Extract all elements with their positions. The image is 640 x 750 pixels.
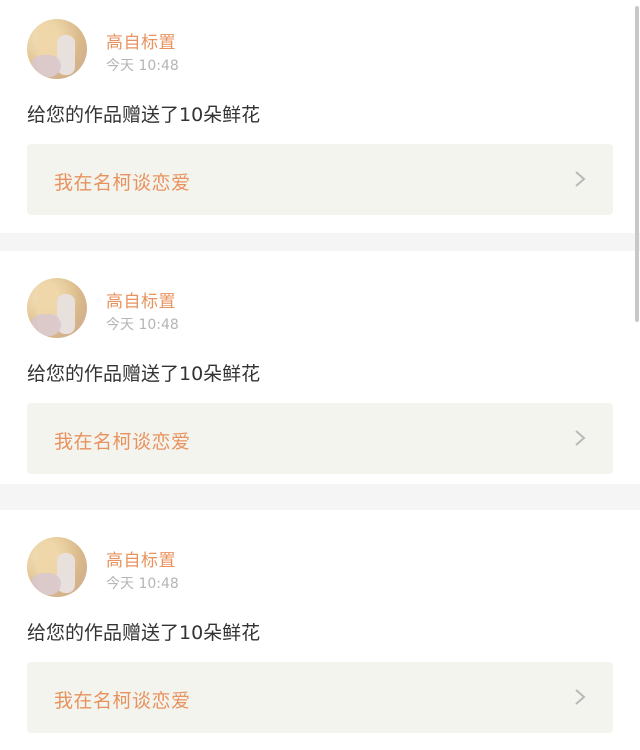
username[interactable]: 高自标置 xyxy=(106,28,176,53)
work-title: 我在名柯谈恋爱 xyxy=(54,172,191,194)
timestamp: 今天 10:48 xyxy=(106,58,179,74)
scrollbar-thumb[interactable] xyxy=(635,6,639,322)
chevron-right-icon xyxy=(575,689,586,705)
work-link[interactable]: 我在名柯谈恋爱 xyxy=(27,662,613,733)
work-title: 我在名柯谈恋爱 xyxy=(54,690,191,712)
notification-card: 高自标置 今天 10:48 给您的作品赠送了10朵鲜花 我在名柯谈恋爱 xyxy=(0,510,640,750)
notification-message: 给您的作品赠送了10朵鲜花 xyxy=(27,104,261,126)
timestamp: 今天 10:48 xyxy=(106,317,179,333)
scrollbar[interactable] xyxy=(634,0,640,750)
avatar[interactable] xyxy=(27,537,87,597)
chevron-right-icon xyxy=(575,430,586,446)
timestamp: 今天 10:48 xyxy=(106,576,179,592)
avatar[interactable] xyxy=(27,278,87,338)
notification-message: 给您的作品赠送了10朵鲜花 xyxy=(27,363,261,385)
username[interactable]: 高自标置 xyxy=(106,546,176,571)
work-link[interactable]: 我在名柯谈恋爱 xyxy=(27,403,613,474)
work-link[interactable]: 我在名柯谈恋爱 xyxy=(27,144,613,215)
username[interactable]: 高自标置 xyxy=(106,287,176,312)
avatar[interactable] xyxy=(27,19,87,79)
notification-message: 给您的作品赠送了10朵鲜花 xyxy=(27,622,261,644)
notification-card: 高自标置 今天 10:48 给您的作品赠送了10朵鲜花 我在名柯谈恋爱 xyxy=(0,251,640,484)
work-title: 我在名柯谈恋爱 xyxy=(54,431,191,453)
notification-card: 高自标置 今天 10:48 给您的作品赠送了10朵鲜花 我在名柯谈恋爱 xyxy=(0,0,640,233)
chevron-right-icon xyxy=(575,171,586,187)
